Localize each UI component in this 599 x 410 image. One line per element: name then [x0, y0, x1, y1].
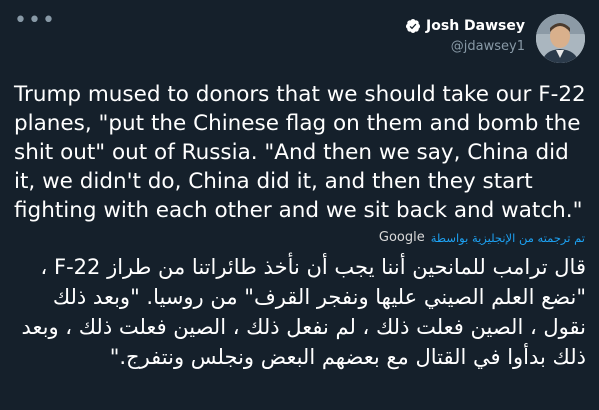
author-handle[interactable]: @jdawsey1: [405, 39, 525, 54]
translated-by-link[interactable]: تم ترجمته من الإنجليزية بواسطة: [431, 231, 585, 245]
verified-badge-icon: [406, 19, 421, 33]
translated-by-row[interactable]: Google تم ترجمته من الإنجليزية بواسطة: [379, 230, 585, 245]
author-name[interactable]: Josh Dawsey: [426, 18, 525, 34]
avatar[interactable]: [536, 14, 585, 63]
tweet-author[interactable]: Josh Dawsey @jdawsey1: [405, 18, 525, 54]
avatar-photo: [536, 14, 585, 63]
tweet-text: Trump mused to donors that we should tak…: [14, 82, 586, 223]
translator-name: Google: [378, 230, 425, 245]
translated-tweet-text: قال ترامب للمانحين أننا يجب أن نأخذ طائر…: [21, 255, 586, 369]
more-options-icon[interactable]: •••: [14, 10, 56, 32]
